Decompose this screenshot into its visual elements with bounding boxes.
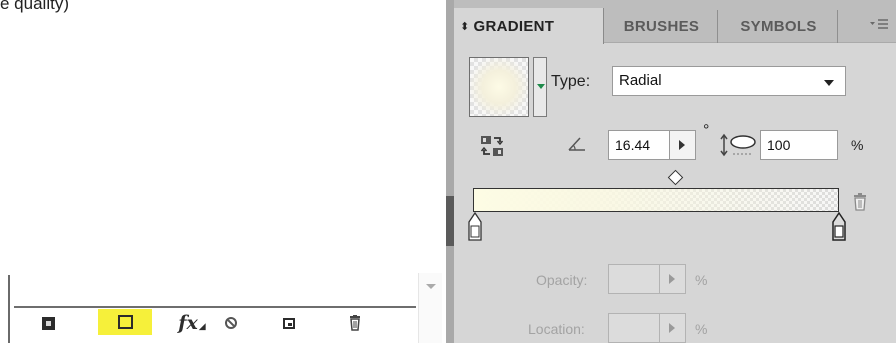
gradient-type-select[interactable]: Radial: [612, 66, 846, 96]
add-new-fill-icon[interactable]: [98, 309, 152, 335]
tab-brushes-label: BRUSHES: [623, 18, 700, 35]
type-label: Type:: [551, 73, 591, 90]
tab-symbols[interactable]: SYMBOLS: [720, 10, 838, 43]
duplicate-item-icon[interactable]: [278, 313, 300, 333]
appearance-panel-divider: [14, 306, 416, 308]
clear-appearance-icon[interactable]: [36, 313, 60, 333]
angle-input[interactable]: 16.44: [608, 130, 670, 160]
gradient-stop-right[interactable]: [832, 211, 846, 242]
gradient-swatch-menu-button[interactable]: [533, 57, 547, 117]
delete-stop-icon[interactable]: [852, 193, 868, 211]
opacity-stepper-button[interactable]: [660, 264, 686, 294]
panel-resize-handle[interactable]: [446, 196, 454, 246]
tab-symbols-label: SYMBOLS: [740, 18, 817, 35]
degree-symbol: °: [703, 122, 710, 139]
opacity-input[interactable]: [608, 264, 660, 294]
panel-divider: [446, 0, 454, 343]
caret-right-icon: [679, 140, 685, 150]
gradient-swatch[interactable]: [469, 57, 529, 117]
aspect-ratio-input[interactable]: 100: [760, 130, 838, 160]
reverse-gradient-icon[interactable]: [480, 134, 504, 158]
background-document-text: e quality): [0, 0, 69, 13]
aspect-ratio-icon: [719, 130, 759, 160]
location-input[interactable]: [608, 313, 660, 343]
tab-gradient[interactable]: ⬍ GRADIENT: [454, 8, 604, 44]
fx-label: fx: [178, 312, 198, 334]
angle-stepper-button[interactable]: [670, 130, 696, 160]
gradient-slider-bar[interactable]: [473, 188, 839, 212]
scroll-down-arrow-icon[interactable]: [426, 284, 436, 289]
clear-icon[interactable]: [220, 313, 242, 333]
tab-brushes[interactable]: BRUSHES: [606, 10, 718, 43]
panel-options-toggle-icon[interactable]: ⬍: [460, 20, 470, 33]
location-stepper-button[interactable]: [660, 313, 686, 343]
chevron-down-icon[interactable]: [824, 80, 834, 86]
location-unit: %: [695, 321, 708, 337]
chevron-down-icon: [537, 84, 545, 89]
angle-icon: [566, 134, 588, 154]
caret-right-icon: [669, 323, 675, 333]
fx-icon[interactable]: fx ◢: [172, 312, 212, 334]
opacity-unit: %: [695, 272, 708, 288]
panel-menu-icon[interactable]: [868, 18, 890, 32]
trash-icon[interactable]: [344, 313, 366, 333]
gradient-stop-left[interactable]: [468, 211, 482, 242]
opacity-label: Opacity:: [536, 272, 588, 288]
tab-gradient-label: GRADIENT: [473, 17, 555, 35]
appearance-panel-edge: [8, 275, 10, 343]
aspect-ratio-unit: %: [851, 137, 864, 153]
caret-right-icon: [669, 274, 675, 284]
location-label: Location:: [528, 321, 585, 337]
